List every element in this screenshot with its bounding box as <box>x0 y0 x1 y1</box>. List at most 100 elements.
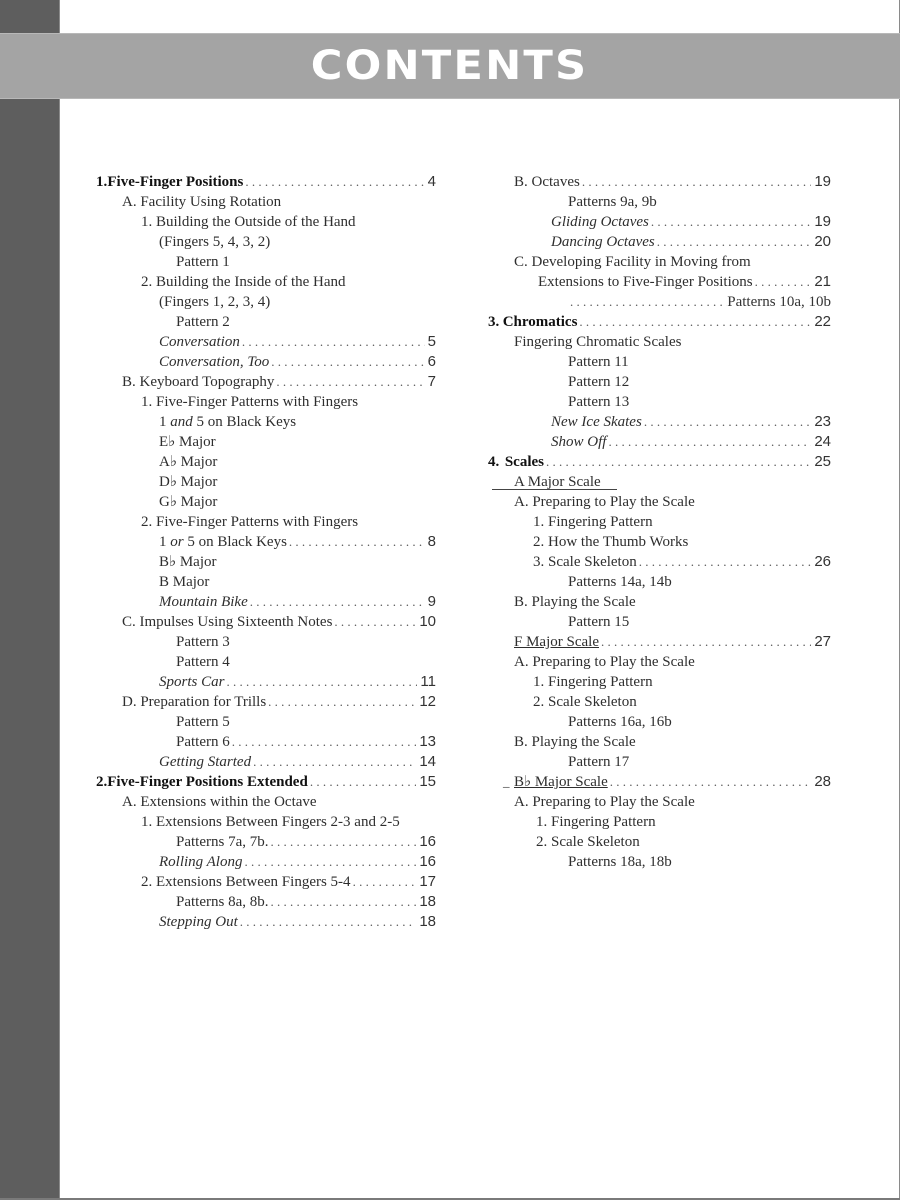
entry-title: Chromatics <box>502 314 578 330</box>
toc-entry: 1. Fingering Pattern <box>488 812 831 832</box>
toc-entry: 1. Five-Finger Patterns with Fingers <box>96 392 436 412</box>
toc-entry: B Major <box>96 572 436 592</box>
toc-entry: D♭ Major <box>96 472 436 492</box>
entry-title: A. Facility Using Rotation <box>122 194 282 210</box>
dot-leader <box>289 532 425 552</box>
page-number: 7 <box>427 373 436 390</box>
toc-entry: Patterns 9a, 9b <box>488 192 831 212</box>
toc-entry: Pattern 6 13 <box>96 732 436 752</box>
entry-title: C. Developing Facility in Moving from <box>514 254 751 270</box>
entry-title: 3. Scale Skeleton <box>533 554 637 570</box>
entry-title: B. Octaves <box>514 174 580 190</box>
entry-title: Gliding Octaves <box>551 214 649 230</box>
entry-title-part: and <box>170 414 193 430</box>
page-number: 28 <box>814 773 831 790</box>
toc-entry: Patterns 16a, 16b <box>488 712 831 732</box>
toc-entry: Show Off 24 <box>488 432 831 452</box>
toc-entry: D. Preparation for Trills 12 <box>96 692 436 712</box>
entry-title: Patterns 7a, 7b. <box>176 834 269 850</box>
page-number: 16 <box>419 833 436 850</box>
page-number: 11 <box>420 673 436 690</box>
entry-title: Dancing Octaves <box>551 234 655 250</box>
toc-entry: 1 or 5 on Black Keys 8 <box>96 532 436 552</box>
dot-leader <box>353 872 417 892</box>
entry-title: B♭ Major <box>159 554 217 570</box>
dot-leader <box>240 912 417 932</box>
toc-entry: F Major Scale 27 <box>488 632 831 652</box>
page-number: 6 <box>427 353 436 370</box>
page-number: 21 <box>814 273 831 290</box>
toc-entry: Fingering Chromatic Scales <box>488 332 831 352</box>
toc-entry: E♭ Major <box>96 432 436 452</box>
dot-leader <box>546 452 811 472</box>
entry-title: New Ice Skates <box>551 414 642 430</box>
page-number: 25 <box>814 453 831 470</box>
toc-entry: Pattern 5 <box>96 712 436 732</box>
toc-entry: A. Facility Using Rotation <box>96 192 436 212</box>
entry-title: Pattern 6 <box>176 734 230 750</box>
page-number: 9 <box>427 593 436 610</box>
toc-entry: 1. Fingering Pattern <box>488 512 831 532</box>
entry-title: Pattern 5 <box>176 714 230 730</box>
contents-banner: CONTENTS <box>0 33 900 99</box>
page-number: 12 <box>419 693 436 710</box>
toc-left-column: 1.Five-Finger Positions 4 A. Facility Usin… <box>96 172 436 932</box>
toc-entry: Pattern 12 <box>488 372 831 392</box>
toc-entry: Conversation 5 <box>96 332 436 352</box>
entry-title: B♭ Major Scale <box>514 774 608 790</box>
toc-entry: 3. Scale Skeleton 26 <box>488 552 831 572</box>
entry-title: (Fingers 1, 2, 3, 4) <box>159 294 271 310</box>
toc-entry: A. Preparing to Play the Scale <box>488 652 831 672</box>
entry-title: 1. Building the Outside of the Hand <box>141 214 356 230</box>
entry-title: B. Keyboard Topography <box>122 374 275 390</box>
page-number: Patterns 10a, 10b <box>727 294 831 310</box>
entry-title: Stepping Out <box>159 914 238 930</box>
dot-leader <box>242 332 425 352</box>
dot-leader <box>268 692 416 712</box>
page-number: 22 <box>814 313 831 330</box>
toc-entry: 2. Five-Finger Patterns with Fingers <box>96 512 436 532</box>
toc-entry: Patterns 14a, 14b <box>488 572 831 592</box>
entry-title: Mountain Bike <box>159 594 248 610</box>
entry-title: (Fingers 5, 4, 3, 2) <box>159 234 271 250</box>
entry-title: 2. How the Thumb Works <box>533 534 689 550</box>
entry-title: Getting Started <box>159 754 252 770</box>
toc-entry: Sports Car 11 <box>96 672 436 692</box>
entry-title-part: 5 on Black Keys <box>183 534 287 550</box>
entry-title: Pattern 1 <box>176 254 230 270</box>
page-number: 20 <box>814 233 831 250</box>
toc-entry: (Fingers 5, 4, 3, 2) <box>96 232 436 252</box>
entry-title-part: or <box>170 534 184 550</box>
entry-title: 2. Scale Skeleton <box>533 694 637 710</box>
toc-entry: C. Impulses Using Sixteenth Notes 10 <box>96 612 436 632</box>
chapter-number: 1. <box>96 174 108 190</box>
dot-leader <box>651 212 811 232</box>
entry-title: Conversation <box>159 334 240 350</box>
toc-entry: Rolling Along 16 <box>96 852 436 872</box>
toc-entry: Patterns 18a, 18b <box>488 852 831 872</box>
toc-entry: Stepping Out 18 <box>96 912 436 932</box>
entry-title: Pattern 15 <box>568 614 630 630</box>
page-number: 18 <box>419 913 436 930</box>
toc-entry: B. Playing the Scale <box>488 592 831 612</box>
entry-title: E♭ Major <box>159 434 216 450</box>
toc-entry: 1. Fingering Pattern <box>488 672 831 692</box>
toc-entry: Pattern 1 <box>96 252 436 272</box>
entry-title: Five-Finger Positions Extended <box>107 774 308 790</box>
entry-title: Pattern 3 <box>176 634 230 650</box>
toc-entry: Gliding Octaves 19 <box>488 212 831 232</box>
toc-entry: 2. Scale Skeleton <box>488 832 831 852</box>
page-number: 23 <box>814 413 831 430</box>
entry-title: B. Playing the Scale <box>514 594 636 610</box>
entry-title: A. Preparing to Play the Scale <box>514 494 695 510</box>
dot-leader <box>232 732 417 752</box>
entry-title: Sports Car <box>159 674 225 690</box>
toc-entry: Conversation, Too 6 <box>96 352 436 372</box>
page-number: 19 <box>814 173 831 190</box>
entry-title: A. Preparing to Play the Scale <box>514 654 695 670</box>
dot-leader <box>245 172 424 192</box>
page-number: 27 <box>814 633 831 650</box>
entry-title: 1 or 5 on Black Keys <box>159 532 287 552</box>
page-number: 14 <box>419 753 436 770</box>
entry-title: 1 and 5 on Black Keys <box>159 412 296 432</box>
